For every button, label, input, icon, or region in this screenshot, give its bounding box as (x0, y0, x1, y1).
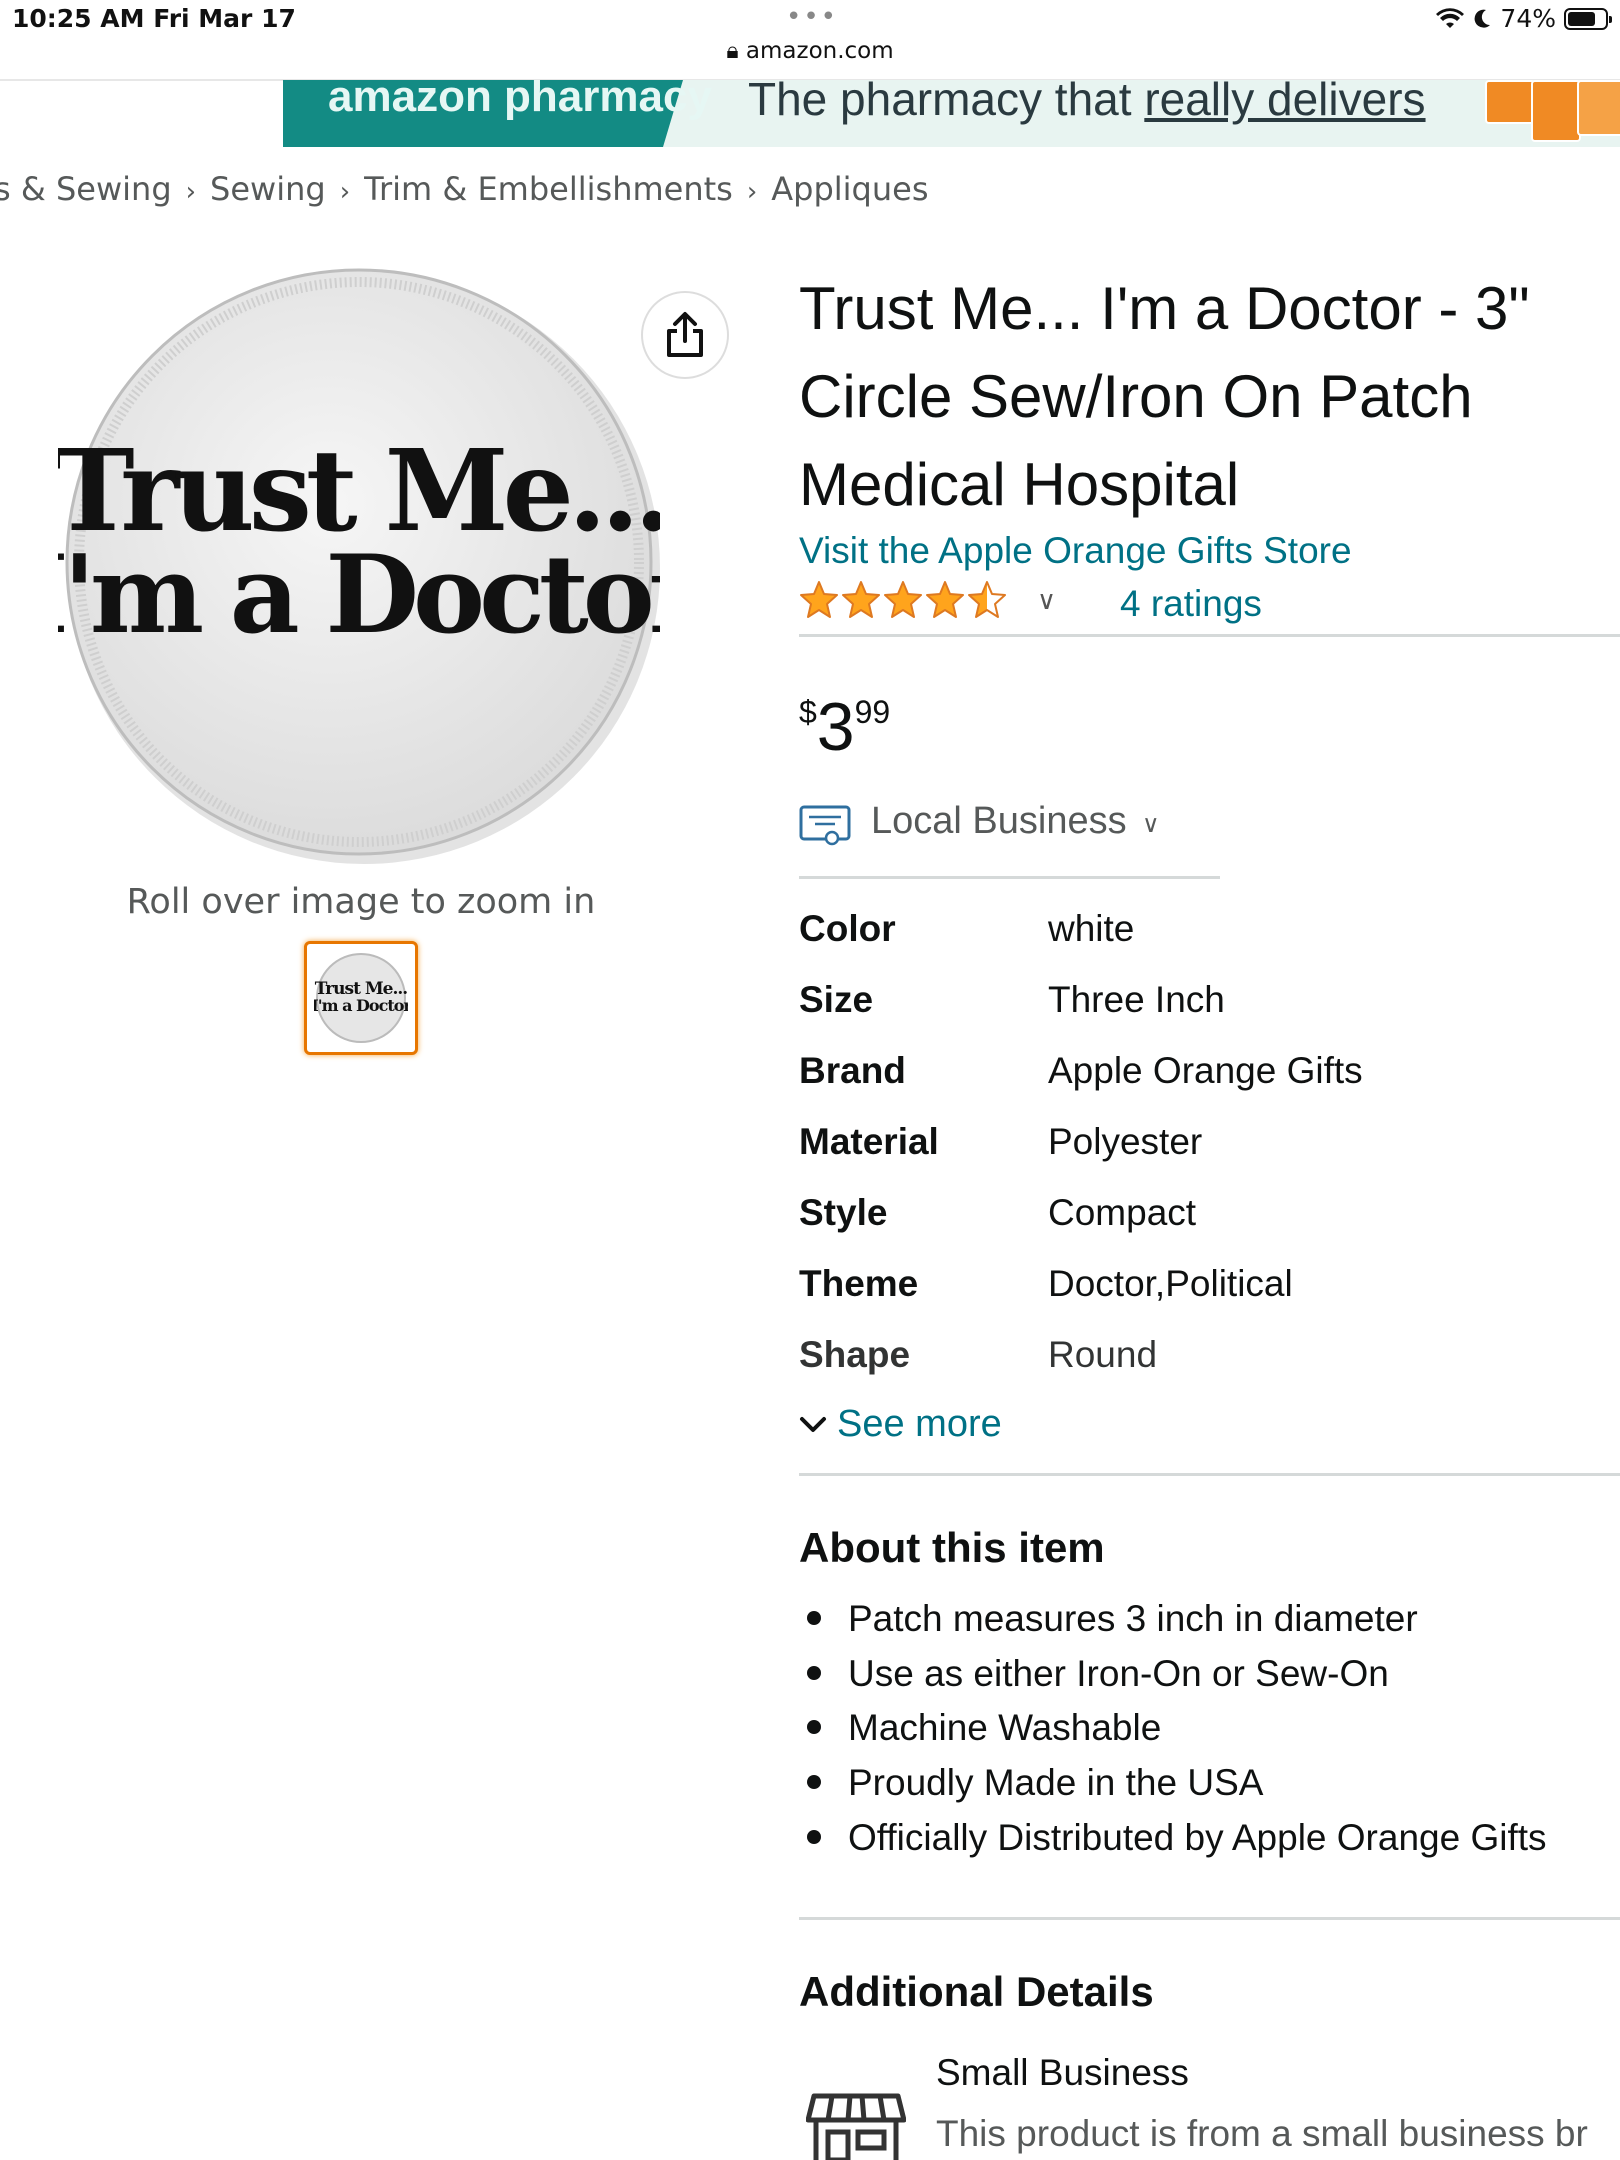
star-rating[interactable] (799, 580, 1007, 620)
star-icon (884, 581, 922, 618)
product-image[interactable]: Trust Me... I'm a Doctor (58, 262, 660, 864)
list-item: Machine Washable (799, 1704, 1547, 1759)
spec-key: Theme (799, 1263, 919, 1304)
spec-key: Style (799, 1192, 888, 1233)
about-bullets: Patch measures 3 inch in diameter Use as… (799, 1595, 1547, 1868)
divider (799, 1473, 1620, 1476)
spec-value: Compact (1048, 1192, 1197, 1233)
small-business-title: Small Business (936, 2052, 1189, 2093)
divider (799, 876, 1220, 879)
share-button[interactable] (641, 291, 729, 379)
additional-heading: Additional Details (799, 1968, 1154, 2015)
about-heading: About this item (799, 1524, 1105, 1571)
pill-bottle-image (1531, 80, 1581, 142)
store-link[interactable]: Visit the Apple Orange Gifts Store (799, 530, 1352, 572)
banner-brand: amazon pharmacy (328, 80, 712, 121)
star-icon (926, 581, 964, 618)
storefront-icon (806, 2093, 906, 2160)
divider (799, 1917, 1620, 1920)
spec-value: white (1048, 908, 1135, 949)
spec-value: Doctor,Political (1048, 1263, 1293, 1304)
breadcrumb-item[interactable]: Trim & Embellishments (364, 170, 733, 208)
see-more-label: See more (837, 1403, 1002, 1445)
breadcrumb-item[interactable]: s & Sewing (0, 170, 172, 208)
lock-icon: 🔒︎ (726, 38, 746, 64)
tab-menu-dots[interactable]: ••• (786, 2, 838, 32)
star-icon (842, 581, 880, 618)
spec-value: Three Inch (1048, 979, 1225, 1020)
spec-value: Apple Orange Gifts (1048, 1050, 1363, 1091)
local-business-badge[interactable]: Local Business (871, 800, 1127, 843)
spec-value: Polyester (1048, 1121, 1203, 1162)
small-business-description: This product is from a small business br (936, 2113, 1588, 2154)
price-symbol: $ (799, 694, 817, 730)
price-fraction: 99 (854, 694, 891, 730)
image-thumbnail[interactable]: Trust Me... I'm a Doctor (304, 941, 418, 1055)
chevron-right-icon: › (339, 177, 351, 207)
status-time: 10:25 AM Fri Mar 17 (12, 4, 296, 33)
moon-icon (1475, 9, 1491, 28)
divider (799, 634, 1620, 637)
spec-key: Material (799, 1121, 939, 1162)
chevron-down-icon[interactable]: ∨ (1142, 810, 1160, 838)
image-text-line2: I'm a Doctor (58, 532, 660, 658)
spec-key: Brand (799, 1050, 906, 1091)
chevron-down-icon (800, 1416, 826, 1432)
battery-icon (1564, 7, 1612, 30)
chevron-down-icon[interactable]: ∨ (1037, 586, 1056, 616)
pill-bottle-image (1577, 80, 1620, 136)
zoom-hint: Roll over image to zoom in (126, 882, 596, 922)
price-whole: 3 (816, 689, 855, 765)
spec-key: Size (799, 979, 874, 1020)
thumbnail-image: Trust Me... I'm a Doctor (314, 953, 408, 1043)
breadcrumb-item[interactable]: Sewing (210, 170, 326, 208)
spec-key: Color (799, 908, 896, 949)
spec-key: Shape (799, 1334, 911, 1375)
star-icon (968, 581, 1006, 618)
breadcrumb: s & Sewing › Sewing › Trim & Embellishments ›… (0, 170, 932, 208)
breadcrumb-item[interactable]: Appliques (771, 170, 928, 208)
see-more-link[interactable]: See more (799, 1403, 1002, 1446)
battery-percent: 74% (1500, 4, 1556, 33)
star-icon (800, 581, 838, 618)
url-display[interactable]: 🔒︎ amazon.com (0, 38, 1620, 64)
certificate-icon (799, 805, 851, 846)
pill-bottle-image (1485, 80, 1535, 124)
list-item: Use as either Iron-On or Sew-On (799, 1650, 1547, 1705)
status-indicators: 74% (1436, 4, 1612, 33)
list-item: Patch measures 3 inch in diameter (799, 1595, 1547, 1650)
price: $399 (799, 688, 890, 766)
url-text: amazon.com (745, 38, 894, 64)
ratings-count-link[interactable]: 4 ratings (1120, 583, 1262, 625)
list-item: Officially Distributed by Apple Orange G… (799, 1814, 1547, 1869)
wifi-icon (1436, 7, 1465, 28)
spec-value: Round (1048, 1334, 1158, 1375)
share-icon (667, 312, 703, 357)
pharmacy-banner-ad[interactable]: amazon pharmacy The pharmacy that really… (283, 80, 1620, 147)
thumb-text-line2: I'm a Doctor (314, 996, 408, 1015)
chevron-right-icon: › (746, 177, 758, 207)
chevron-right-icon: › (185, 177, 197, 207)
list-item: Proudly Made in the USA (799, 1759, 1547, 1814)
product-title: Trust Me... I'm a Doctor - 3" Circle Sew… (799, 275, 1530, 518)
banner-tagline: The pharmacy that really delivers (748, 80, 1426, 125)
